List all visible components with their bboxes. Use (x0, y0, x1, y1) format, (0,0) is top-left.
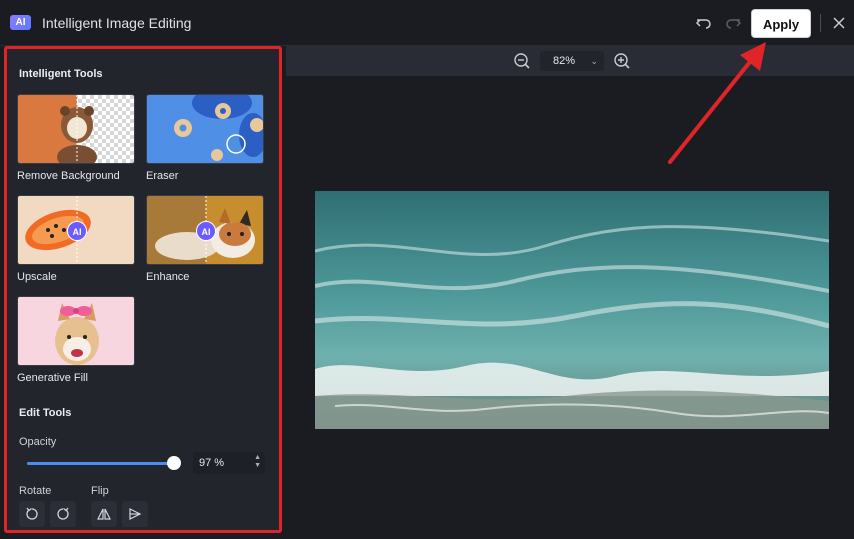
opacity-value: 97 % (199, 457, 225, 469)
tool-eraser[interactable]: Eraser (146, 94, 264, 182)
close-icon[interactable] (830, 14, 848, 32)
window-title: Intelligent Image Editing (42, 15, 192, 31)
intelligent-tools-heading: Intelligent Tools (19, 68, 103, 80)
upscale-thumbnail: AI (17, 195, 135, 265)
tool-remove-background[interactable]: Remove Background (17, 94, 135, 182)
ai-badge: AI (196, 221, 216, 241)
zoom-select[interactable]: 82% ⌄ (540, 51, 604, 71)
eraser-thumbnail (146, 94, 264, 164)
zoom-out-icon[interactable] (513, 52, 531, 70)
tool-upscale[interactable]: AI Upscale (17, 195, 135, 283)
tool-label: Enhance (146, 271, 190, 283)
undo-icon[interactable] (695, 14, 713, 32)
generative-fill-thumbnail (17, 296, 135, 366)
rotate-left-button[interactable] (19, 501, 45, 527)
toolbar-divider (820, 14, 821, 32)
remove-background-thumbnail (17, 94, 135, 164)
rotate-right-button[interactable] (50, 501, 76, 527)
enhance-thumbnail: AI (146, 195, 264, 265)
flip-vertical-icon (129, 508, 142, 520)
zoom-in-icon[interactable] (613, 52, 631, 70)
rotate-left-icon (26, 507, 38, 520)
flip-horizontal-button[interactable] (91, 501, 117, 527)
opacity-slider[interactable] (27, 462, 179, 465)
opacity-label: Opacity (19, 436, 57, 448)
chevron-down-icon: ⌄ (590, 56, 598, 66)
rotate-label: Rotate (19, 485, 52, 497)
flip-horizontal-icon (97, 508, 111, 520)
tool-label: Upscale (17, 271, 57, 283)
tool-label: Remove Background (17, 170, 120, 182)
edited-image[interactable] (315, 191, 829, 429)
opacity-slider-fill (27, 462, 175, 465)
annotation-arrow (668, 42, 766, 164)
rotate-right-icon (57, 507, 69, 520)
opacity-input[interactable]: 97 % ▲ ▼ (193, 452, 265, 474)
apply-button[interactable]: Apply (751, 9, 811, 38)
tools-sidebar: Intelligent Tools Remove Background Eras… (4, 46, 282, 533)
flip-vertical-button[interactable] (122, 501, 148, 527)
tool-enhance[interactable]: AI Enhance (146, 195, 264, 283)
tool-label: Eraser (146, 170, 179, 182)
tool-generative-fill[interactable]: Generative Fill (17, 296, 135, 384)
edit-tools-heading: Edit Tools (19, 407, 72, 419)
zoom-value: 82% (553, 55, 576, 67)
ai-badge: AI (67, 221, 87, 241)
opacity-slider-handle[interactable] (167, 456, 182, 470)
app-logo: AI (10, 15, 31, 30)
flip-label: Flip (91, 485, 109, 497)
redo-icon[interactable] (724, 14, 742, 32)
opacity-stepper-icon[interactable]: ▲ ▼ (254, 454, 261, 470)
tool-label: Generative Fill (17, 372, 88, 384)
